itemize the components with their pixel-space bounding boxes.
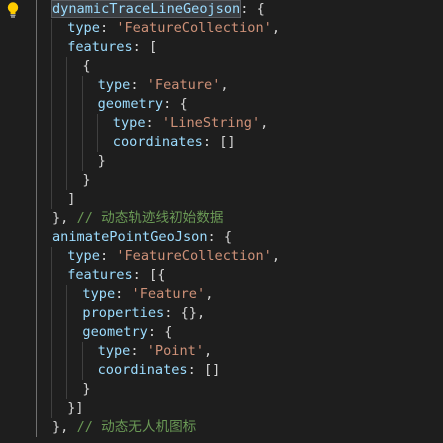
code-line-text: features: [{ (67, 266, 165, 285)
punctuation: : {}, (164, 305, 206, 321)
punctuation: , (271, 248, 280, 264)
code-line-text: }] (67, 399, 83, 418)
punctuation: , (260, 115, 269, 131)
code-line-text: type: 'FeatureCollection', (67, 247, 280, 266)
property-name: dynamicTraceLineGeojson (50, 0, 242, 18)
punctuation: : [ (132, 39, 158, 55)
code-line-text: } (82, 171, 90, 190)
punctuation: { (82, 58, 91, 74)
property-name: type (97, 343, 131, 359)
property-name: type (97, 77, 131, 93)
property-name: features (67, 39, 133, 55)
code-line-text: ] (67, 190, 75, 209)
string-literal: 'LineString' (161, 115, 261, 131)
code-line[interactable]: dynamicTraceLineGeojson: { (0, 0, 443, 19)
code-line[interactable]: features: [ (0, 38, 443, 57)
punctuation: , (220, 77, 229, 93)
code-comment: // 动态无人机图标 (76, 419, 197, 435)
punctuation: : { (163, 96, 188, 112)
property-name: type (82, 286, 116, 302)
punctuation: : { (240, 1, 265, 17)
code-line-text: geometry: { (82, 323, 172, 342)
code-line[interactable]: type: 'Feature', (0, 285, 443, 304)
punctuation: : (115, 286, 132, 302)
code-line-text: animatePointGeoJson: { (52, 228, 232, 247)
punctuation: : [] (202, 134, 236, 150)
code-line[interactable]: coordinates: [] (0, 133, 443, 152)
punctuation: : (99, 20, 117, 36)
punctuation: ] (67, 191, 76, 207)
code-line-text: features: [ (67, 38, 157, 57)
code-line[interactable]: type: 'Feature', (0, 76, 443, 95)
punctuation: }] (67, 400, 84, 416)
code-line[interactable]: } (0, 380, 443, 399)
code-line-text: } (98, 152, 106, 171)
code-line[interactable]: features: [{ (0, 266, 443, 285)
code-line-text: type: 'Feature', (98, 76, 229, 95)
punctuation: : (145, 115, 162, 131)
code-line[interactable]: properties: {}, (0, 304, 443, 323)
code-line-text: } (82, 380, 90, 399)
punctuation: : { (207, 229, 233, 245)
punctuation: }, (52, 419, 77, 435)
string-literal: 'Point' (146, 343, 205, 359)
string-literal: 'FeatureCollection' (116, 20, 272, 36)
property-name: features (67, 267, 133, 283)
punctuation: }, (52, 210, 77, 226)
punctuation: : (130, 343, 147, 359)
code-comment: // 动态轨迹线初始数据 (76, 210, 224, 226)
code-line[interactable]: }, // 动态轨迹线初始数据 (0, 209, 443, 228)
property-name: coordinates (112, 134, 203, 150)
punctuation: , (204, 343, 213, 359)
code-line-text: type: 'Point', (98, 342, 213, 361)
property-name: animatePointGeoJson (52, 229, 208, 245)
code-line[interactable]: ] (0, 190, 443, 209)
code-line[interactable]: } (0, 171, 443, 190)
code-line[interactable]: type: 'LineString', (0, 114, 443, 133)
code-line[interactable]: geometry: { (0, 323, 443, 342)
punctuation: } (82, 172, 91, 188)
property-name: geometry (97, 96, 164, 112)
code-line-text: }, // 动态无人机图标 (52, 418, 196, 437)
punctuation: : { (147, 324, 173, 340)
property-name: type (67, 20, 100, 36)
code-line-text: coordinates: [] (113, 133, 236, 152)
code-line-text: type: 'LineString', (113, 114, 269, 133)
punctuation: : [{ (132, 267, 166, 283)
code-line[interactable]: geometry: { (0, 95, 443, 114)
code-line[interactable]: { (0, 57, 443, 76)
property-name: geometry (82, 324, 148, 340)
code-line[interactable]: coordinates: [] (0, 361, 443, 380)
code-line-text: type: 'Feature', (82, 285, 213, 304)
punctuation: : (130, 77, 147, 93)
punctuation: } (97, 153, 106, 169)
punctuation: , (205, 286, 214, 302)
code-line[interactable]: type: 'FeatureCollection', (0, 247, 443, 266)
code-line-text: { (82, 57, 90, 76)
code-line-text: coordinates: [] (98, 361, 221, 380)
code-line[interactable]: animatePointGeoJson: { (0, 228, 443, 247)
punctuation: } (82, 381, 91, 397)
code-line[interactable]: type: 'Point', (0, 342, 443, 361)
string-literal: 'Feature' (146, 77, 221, 93)
code-line-text: dynamicTraceLineGeojson: { (50, 0, 265, 19)
code-editor[interactable]: dynamicTraceLineGeojson: {type: 'Feature… (0, 0, 443, 443)
code-line[interactable]: type: 'FeatureCollection', (0, 19, 443, 38)
code-line[interactable]: } (0, 152, 443, 171)
string-literal: 'FeatureCollection' (116, 248, 272, 264)
code-line-text: properties: {}, (82, 304, 205, 323)
property-name: properties (82, 305, 165, 321)
property-name: coordinates (97, 362, 188, 378)
property-name: type (67, 248, 100, 264)
code-line[interactable]: }, // 动态无人机图标 (0, 418, 443, 437)
string-literal: 'Feature' (131, 286, 206, 302)
code-line-text: }, // 动态轨迹线初始数据 (52, 209, 223, 228)
code-line-text: type: 'FeatureCollection', (67, 19, 280, 38)
code-line-text: geometry: { (98, 95, 188, 114)
code-line[interactable]: }] (0, 399, 443, 418)
punctuation: , (271, 20, 280, 36)
punctuation: : [] (187, 362, 221, 378)
punctuation: : (99, 248, 117, 264)
property-name: type (112, 115, 146, 131)
